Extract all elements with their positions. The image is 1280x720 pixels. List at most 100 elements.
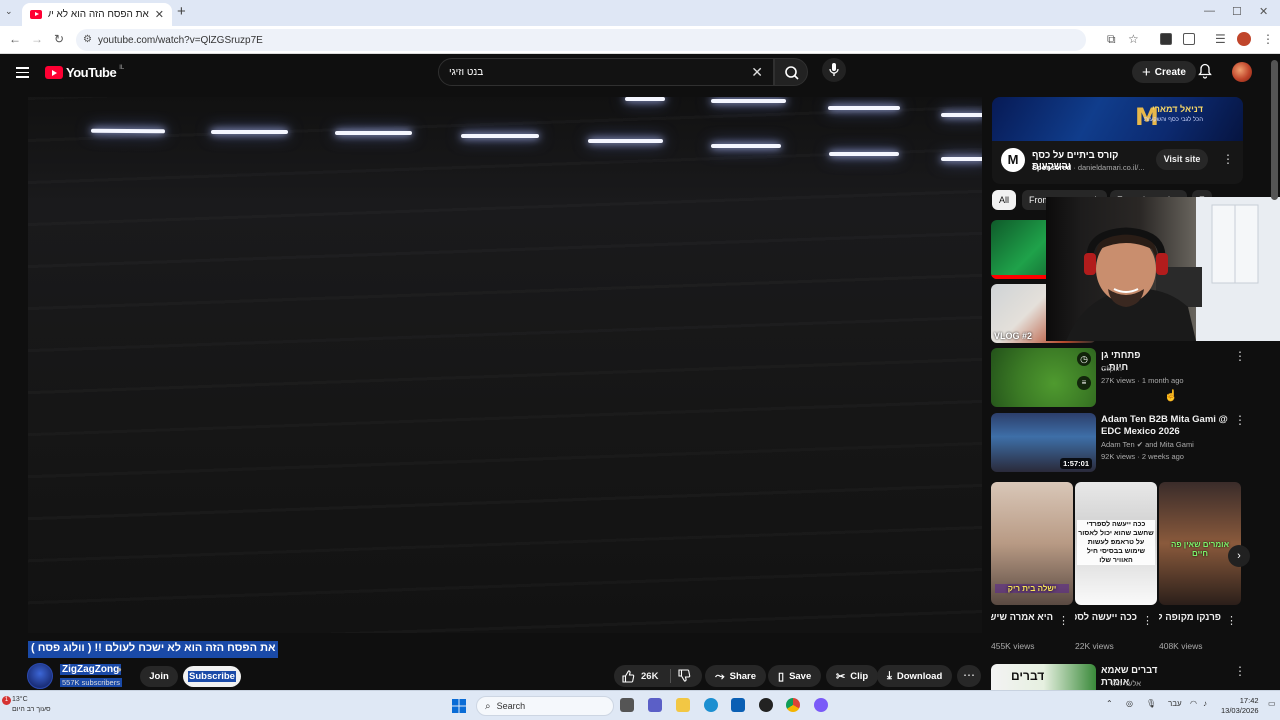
page-scrollbar[interactable] <box>1271 60 1278 688</box>
account-avatar[interactable] <box>1232 62 1252 82</box>
short-thumbnail[interactable]: אומרים שאין פה חיים <box>1159 482 1241 605</box>
taskbar-search[interactable]: ⌕ Search <box>476 696 614 716</box>
app-icon[interactable] <box>759 698 773 712</box>
channel-name[interactable]: ZigZagZong <box>60 664 122 675</box>
teams-icon[interactable] <box>648 698 662 712</box>
forward-icon[interactable]: → <box>31 32 43 46</box>
back-icon[interactable]: ← <box>9 32 21 46</box>
tab-groups-icon[interactable]: ☰ <box>1215 32 1226 46</box>
short-title[interactable]: ככה ייעשה לספרדי שחשב... <box>1075 612 1137 624</box>
reload-icon[interactable]: ↻ <box>54 32 64 46</box>
system-clock[interactable]: 17:42 13/03/2026 <box>1221 696 1259 716</box>
youtube-favicon-icon <box>30 10 42 19</box>
visit-site-button[interactable]: Visit site <box>1156 149 1208 170</box>
shorts-next-button[interactable]: › <box>1228 545 1250 567</box>
advertiser-logo[interactable]: M <box>1001 148 1025 172</box>
short-views: 408K views <box>1159 641 1203 651</box>
related-title[interactable]: Adam Ten B2B Mita Gami @ EDC Mexico 2026 <box>1101 414 1229 438</box>
menu-icon[interactable] <box>16 67 29 81</box>
ad-more-icon[interactable]: ⋮ <box>1222 152 1234 166</box>
sponsored-ad[interactable]: M דניאל דמארי הכל לגבי כסף והשקעות M קור… <box>992 97 1243 184</box>
subscribe-button[interactable]: Subscribe <box>183 666 241 687</box>
site-info-icon[interactable]: ⚙ <box>83 34 92 45</box>
related-thumbnail[interactable]: דברים <box>991 664 1096 690</box>
file-explorer-icon[interactable] <box>676 698 690 712</box>
scrollbar-thumb[interactable] <box>1271 60 1278 200</box>
volume-icon[interactable]: ♪ <box>1203 699 1207 708</box>
window-close-button[interactable]: ✕ <box>1259 5 1268 18</box>
window-maximize-button[interactable]: ☐ <box>1232 5 1242 18</box>
tab-search-icon[interactable]: ⌄ <box>5 6 13 17</box>
weather-widget[interactable]: 13°C סעוך רב היום <box>12 695 51 715</box>
more-options-icon[interactable]: ⋮ <box>1234 664 1246 678</box>
scissors-icon: ✂ <box>836 670 846 683</box>
more-options-icon[interactable]: ⋮ <box>1234 349 1246 363</box>
extensions-puzzle-icon[interactable] <box>1183 33 1195 45</box>
youtube-logo[interactable]: YouTube IL <box>45 65 124 80</box>
clear-search-icon[interactable]: ✕ <box>751 64 763 81</box>
more-actions-button[interactable]: ⋯ <box>957 665 981 687</box>
window-minimize-button[interactable]: — <box>1204 5 1215 17</box>
download-button[interactable]: ⤓ Download <box>877 665 953 687</box>
short-title[interactable]: פרנקו מקופה לראשית בראשית... <box>1159 612 1221 624</box>
tray-app-icon[interactable]: ◎ <box>1126 699 1133 708</box>
store-icon[interactable] <box>731 698 745 712</box>
microphone-tray-icon[interactable]: 🎙 <box>1146 699 1156 708</box>
join-button[interactable]: Join <box>140 666 178 687</box>
channel-avatar[interactable] <box>27 663 53 689</box>
chrome-menu-icon[interactable]: ⋮ <box>1262 32 1274 46</box>
tray-overflow-icon[interactable]: ⌃ <box>1106 699 1113 708</box>
tab-close-icon[interactable]: ✕ <box>155 8 164 21</box>
chrome-icon[interactable] <box>786 698 800 712</box>
related-channel[interactable]: Clipim <box>1101 363 1122 375</box>
extension-icon[interactable] <box>1160 33 1172 45</box>
task-view-icon[interactable] <box>620 698 634 712</box>
temperature: 13°C <box>12 696 28 703</box>
profile-avatar-icon[interactable] <box>1237 32 1251 46</box>
more-options-icon[interactable]: ⋮ <box>1142 614 1153 627</box>
messenger-icon[interactable] <box>814 698 828 712</box>
create-button[interactable]: + Create <box>1132 61 1196 83</box>
related-channel[interactable]: Adam Ten ✔ and Mita Gami <box>1101 439 1194 451</box>
address-bar[interactable]: ⚙ youtube.com/watch?v=QlZGSruzp7E <box>76 29 1086 51</box>
ad-banner-image[interactable]: M דניאל דמארי הכל לגבי כסף והשקעות <box>992 97 1243 141</box>
related-thumbnail[interactable]: ◷ ≡ <box>991 348 1096 407</box>
short-title[interactable]: היא אמרה שיש לה בית ריק ... <box>991 612 1053 624</box>
more-options-icon[interactable]: ⋮ <box>1226 614 1237 627</box>
more-options-icon[interactable]: ⋮ <box>1234 413 1246 427</box>
voice-search-button[interactable] <box>822 58 846 82</box>
edge-icon[interactable] <box>704 698 718 712</box>
thumbs-down-icon[interactable] <box>678 669 691 682</box>
windows-start-icon[interactable] <box>452 699 466 713</box>
related-thumbnail[interactable]: 1:57:01 <box>991 413 1096 472</box>
browser-tab-active[interactable]: את הפסח הזה הוא לא ישכח לע... ✕ <box>22 3 172 26</box>
wifi-icon[interactable]: ◠ <box>1190 699 1197 708</box>
new-tab-button[interactable]: + <box>177 3 186 20</box>
language-indicator[interactable]: עבר <box>1168 699 1182 708</box>
short-thumbnail[interactable]: ישלה בית ריק <box>991 482 1073 605</box>
notifications-icon[interactable]: ▭ <box>1268 699 1276 708</box>
more-options-icon[interactable]: ⋮ <box>1058 614 1069 627</box>
bookmark-icon: ▯ <box>778 670 785 683</box>
clip-button[interactable]: ✂ Clip <box>826 665 879 687</box>
taskbar-search-label: Search <box>496 701 526 711</box>
related-channel[interactable]: אלעד הלוי <box>1101 678 1141 690</box>
ceiling-light <box>335 131 412 135</box>
video-player[interactable] <box>28 97 982 633</box>
watch-later-icon[interactable]: ◷ <box>1077 352 1091 366</box>
add-to-queue-icon[interactable]: ≡ <box>1077 376 1091 390</box>
share-button[interactable]: ⤳ Share <box>705 665 767 687</box>
chip-all[interactable]: All <box>992 190 1017 210</box>
short-thumbnail[interactable]: ככה ייעשה לספרדי שחשב שהוא יכול לאסור על… <box>1075 482 1157 605</box>
ceiling-light <box>211 130 288 134</box>
ceiling-light <box>829 152 899 156</box>
ceiling-light <box>941 157 982 161</box>
save-button[interactable]: ▯ Save <box>768 665 822 687</box>
search-input[interactable]: ✕ בנט וזיגי <box>438 58 774 86</box>
search-button[interactable] <box>774 58 808 86</box>
bookmark-star-icon[interactable]: ☆ <box>1128 32 1139 46</box>
ad-banner-title: דניאל דמארי <box>1152 104 1203 114</box>
cast-icon[interactable]: ⧉ <box>1107 32 1116 47</box>
like-button[interactable]: 26K <box>622 665 658 687</box>
notifications-bell-icon[interactable] <box>1198 63 1212 79</box>
